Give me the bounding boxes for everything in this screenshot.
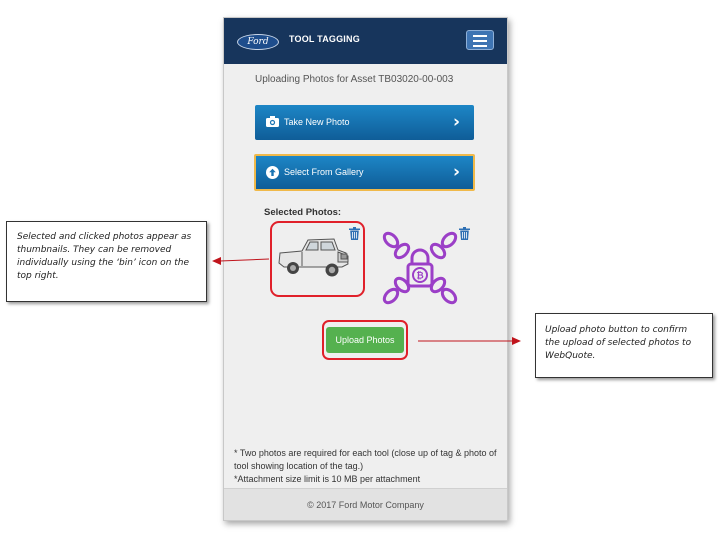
upload-photos-button[interactable]: Upload Photos: [326, 327, 404, 353]
take-new-photo-label: Take New Photo: [284, 117, 350, 127]
select-from-gallery-button[interactable]: Select From Gallery ›: [254, 154, 475, 191]
note-size-limit: *Attachment size limit is 10 MB per atta…: [234, 474, 421, 484]
note-two-photos: * Two photos are required for each tool …: [234, 448, 497, 471]
trash-bin-icon[interactable]: [349, 227, 360, 240]
ford-logo: Ford: [237, 34, 279, 50]
svg-text:₿: ₿: [416, 271, 423, 282]
thumbnails-callout: Selected and clicked photos appear as th…: [6, 221, 207, 302]
select-from-gallery-label: Select From Gallery: [284, 167, 364, 177]
trash-bin-icon[interactable]: [459, 227, 470, 240]
chevron-right-icon: ›: [452, 162, 460, 182]
requirements-notes: * Two photos are required for each tool …: [234, 447, 499, 486]
hamburger-menu-icon[interactable]: [466, 30, 494, 50]
top-navbar: Ford TOOL TAGGING: [224, 18, 507, 64]
chevron-right-icon: ›: [452, 112, 460, 132]
mobile-app-frame: Ford TOOL TAGGING Uploading Photos for A…: [223, 17, 508, 521]
selected-photos-label: Selected Photos:: [264, 207, 342, 218]
camera-icon: [266, 116, 279, 127]
upload-circle-icon: [266, 166, 279, 179]
app-title: TOOL TAGGING: [289, 34, 360, 44]
upload-callout: Upload photo button to confirm the uploa…: [535, 313, 713, 378]
take-new-photo-button[interactable]: Take New Photo ›: [255, 105, 474, 140]
chain-lock-photo[interactable]: ₿: [380, 228, 460, 308]
page-heading: Uploading Photos for Asset TB03020-00-00…: [255, 74, 454, 85]
footer-copyright: © 2017 Ford Motor Company: [224, 488, 507, 520]
